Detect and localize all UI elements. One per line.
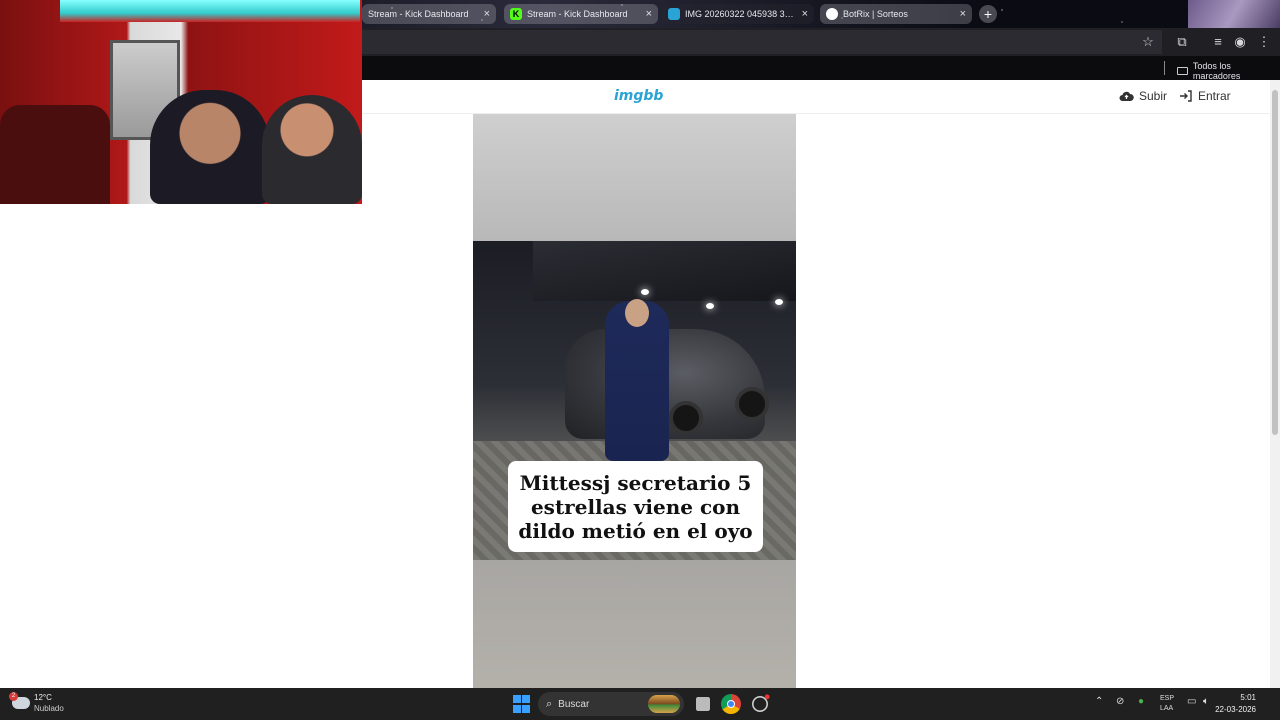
weather-widget[interactable]: 2 12°C Nublado bbox=[9, 692, 64, 714]
microphone-icon[interactable]: ● bbox=[1138, 696, 1144, 707]
lang-bottom: LAA bbox=[1160, 705, 1174, 712]
notification-badge: 2 bbox=[9, 692, 18, 701]
burger-icon bbox=[648, 695, 680, 713]
screen: Stream - Kick Dashboard × K Stream - Kic… bbox=[0, 0, 1280, 720]
site-header: imgbb Subir Entrar bbox=[362, 80, 1270, 114]
browser-toolbar: ☆ ⧉ ≡ ◉ ⋮ bbox=[362, 28, 1280, 56]
bookmarks-bar: Todos los marcadores bbox=[362, 56, 1280, 81]
tab-label: Stream - Kick Dashboard bbox=[527, 9, 628, 19]
date: 22-03-2026 bbox=[1215, 705, 1256, 714]
weather-temp: 12°C bbox=[34, 693, 52, 702]
windows-taskbar: 2 12°C Nublado ⌕ Buscar ⌃ ⊘ ● ESP LAA ▭ … bbox=[0, 688, 1280, 720]
tab-label: BotRix | Sorteos bbox=[843, 9, 908, 19]
app-icon[interactable] bbox=[752, 694, 770, 712]
image-caption: Mittessj secretario 5 estrellas viene co… bbox=[508, 461, 763, 552]
divider bbox=[1164, 61, 1165, 75]
uploaded-photo[interactable]: Mittessj secretario 5 estrellas viene co… bbox=[473, 241, 796, 560]
page-scrollbar[interactable] bbox=[1270, 80, 1280, 688]
language-indicator[interactable]: ESP LAA bbox=[1160, 694, 1174, 714]
tab-kick-dashboard-2[interactable]: K Stream - Kick Dashboard × bbox=[504, 4, 658, 24]
window-art bbox=[1188, 0, 1280, 28]
login-label: Entrar bbox=[1198, 89, 1231, 103]
tab-kick-dashboard-1[interactable]: Stream - Kick Dashboard × bbox=[362, 4, 496, 24]
browser-tabstrip: Stream - Kick Dashboard × K Stream - Kic… bbox=[362, 0, 1280, 28]
botrix-icon bbox=[826, 8, 838, 20]
task-view-icon[interactable] bbox=[696, 697, 710, 711]
profile-icon[interactable]: ◉ bbox=[1232, 34, 1248, 50]
volume-icon[interactable]: 🔈︎ bbox=[1203, 696, 1209, 707]
address-bar[interactable] bbox=[362, 30, 1162, 54]
network-off-icon[interactable]: ⊘ bbox=[1116, 696, 1124, 707]
cloud-icon: 2 bbox=[9, 692, 30, 709]
imgbb-page: imgbb Subir Entrar Mittessj secretario 5… bbox=[362, 80, 1270, 688]
sign-in-icon bbox=[1180, 90, 1192, 102]
menu-icon[interactable]: ⋮ bbox=[1256, 34, 1272, 50]
close-icon[interactable]: × bbox=[802, 8, 808, 20]
chrome-icon[interactable] bbox=[721, 694, 741, 714]
webcam-overlay bbox=[0, 0, 362, 204]
close-icon[interactable]: × bbox=[484, 8, 490, 20]
extensions-icon[interactable]: ⧉ bbox=[1174, 34, 1190, 50]
upload-button[interactable]: Subir bbox=[1119, 89, 1167, 103]
chevron-up-icon[interactable]: ⌃ bbox=[1095, 696, 1103, 707]
tab-botrix-sorteos[interactable]: BotRix | Sorteos × bbox=[820, 4, 972, 24]
star-icon[interactable]: ☆ bbox=[1140, 34, 1156, 50]
search-placeholder: Buscar bbox=[558, 698, 590, 710]
streamer-person bbox=[150, 90, 270, 204]
tab-label: IMG 20260322 045938 322 h... bbox=[685, 9, 796, 19]
imgbb-icon bbox=[668, 8, 680, 20]
clock[interactable]: 5:01 22-03-2026 bbox=[1215, 692, 1256, 716]
tab-imgbb-image[interactable]: IMG 20260322 045938 322 h... × bbox=[662, 4, 814, 24]
upload-label: Subir bbox=[1139, 89, 1168, 103]
site-logo[interactable]: imgbb bbox=[614, 88, 663, 104]
display-icon[interactable]: ▭ bbox=[1187, 696, 1196, 707]
streamer-person bbox=[262, 95, 362, 204]
taskbar-search[interactable]: ⌕ Buscar bbox=[538, 692, 684, 716]
new-tab-button[interactable]: + bbox=[979, 5, 997, 23]
lang-top: ESP bbox=[1160, 695, 1175, 702]
time: 5:01 bbox=[1240, 693, 1256, 702]
tab-label: Stream - Kick Dashboard bbox=[368, 9, 469, 19]
all-bookmarks-label: Todos los marcadores bbox=[1192, 61, 1241, 81]
close-icon[interactable]: × bbox=[646, 8, 652, 20]
kick-icon: K bbox=[510, 8, 522, 20]
scrollbar-thumb[interactable] bbox=[1272, 90, 1278, 435]
search-icon: ⌕ bbox=[546, 697, 553, 710]
image-viewer[interactable]: Mittessj secretario 5 estrellas viene co… bbox=[473, 114, 796, 688]
login-button[interactable]: Entrar bbox=[1179, 89, 1231, 103]
weather-desc: Nublado bbox=[34, 704, 64, 713]
media-icon[interactable]: ≡ bbox=[1210, 34, 1226, 50]
close-icon[interactable]: × bbox=[960, 8, 966, 20]
cloud-upload-icon bbox=[1119, 91, 1134, 101]
start-button[interactable] bbox=[512, 694, 532, 714]
all-bookmarks-button[interactable]: Todos los marcadores bbox=[1177, 61, 1280, 81]
folder-icon bbox=[1177, 67, 1188, 75]
